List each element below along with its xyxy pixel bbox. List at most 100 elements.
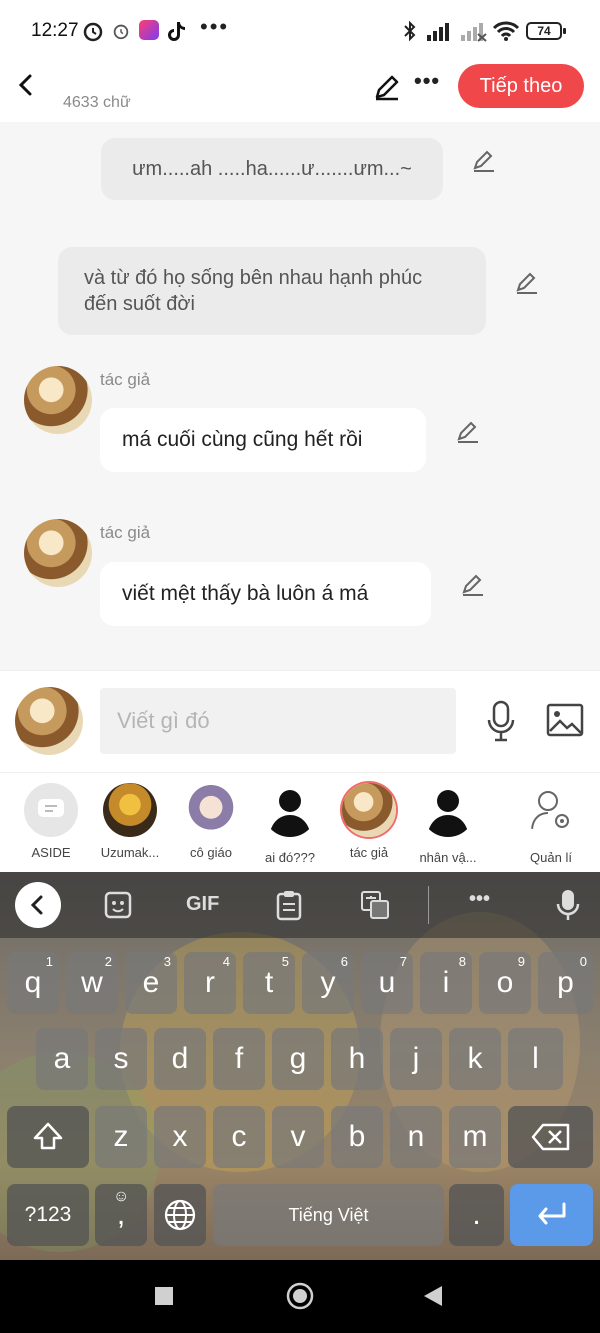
more-tools-icon[interactable]: ••• [469, 888, 490, 911]
key-r[interactable]: 4r [184, 952, 236, 1014]
globe-icon [164, 1199, 196, 1231]
key-u[interactable]: 7u [361, 952, 413, 1014]
narration-bubble[interactable]: và từ đó họ sống bên nhau hạnh phúc đến … [58, 247, 486, 335]
author-avatar[interactable] [24, 519, 92, 587]
key-z[interactable]: z [95, 1106, 147, 1168]
key-g[interactable]: g [272, 1028, 324, 1090]
alarm-clock-icon [113, 24, 129, 40]
chevron-left-icon [30, 895, 43, 915]
alarm-icon [83, 22, 103, 42]
speech-bubble[interactable]: má cuối cùng cũng hết rồi [100, 408, 426, 472]
avatar [342, 783, 396, 837]
speaker-name: tác giả [100, 523, 151, 542]
edit-pen-icon[interactable] [372, 72, 402, 102]
character-name: Quản lí [530, 850, 572, 865]
language-key[interactable] [154, 1184, 206, 1246]
key-m[interactable]: m [449, 1106, 501, 1168]
microphone-icon[interactable] [485, 699, 517, 743]
character-name: cô giáo [190, 845, 232, 860]
key-o[interactable]: 9o [479, 952, 531, 1014]
key-f[interactable]: f [213, 1028, 265, 1090]
enter-key[interactable] [510, 1184, 593, 1246]
current-speaker-avatar[interactable] [15, 687, 83, 755]
status-bar: 12:27 ••• 74 [0, 0, 600, 62]
key-e[interactable]: 3e [125, 952, 177, 1014]
key-i[interactable]: 8i [420, 952, 472, 1014]
system-navigation-bar [0, 1260, 600, 1333]
author-avatar[interactable] [24, 366, 92, 434]
character-ai-do[interactable]: ai đó??? [253, 783, 327, 865]
key-s[interactable]: s [95, 1028, 147, 1090]
key-b[interactable]: b [331, 1106, 383, 1168]
app-notification-icon [139, 20, 159, 40]
key-p[interactable]: 0p [538, 952, 593, 1014]
speaker-name: tác giả [100, 370, 151, 389]
key-c[interactable]: c [213, 1106, 265, 1168]
silhouette-icon [269, 790, 311, 837]
key-w[interactable]: 2w [66, 952, 118, 1014]
next-button[interactable]: Tiếp theo [458, 64, 584, 108]
image-icon[interactable] [546, 703, 584, 737]
character-name: tác giả [349, 845, 389, 860]
edit-message-icon[interactable] [455, 419, 481, 445]
key-q[interactable]: 1q [7, 952, 59, 1014]
key-t[interactable]: 5t [243, 952, 295, 1014]
backspace-key[interactable] [508, 1106, 593, 1168]
character-selector: ASIDE Uzumak... cô giáo ai đó??? tác giả… [0, 772, 600, 872]
clipboard-icon[interactable] [276, 889, 302, 921]
status-time: 12:27 [31, 20, 79, 41]
character-nhan-vat[interactable]: nhân vậ... [411, 783, 485, 865]
manage-users-icon [531, 791, 569, 830]
key-a[interactable]: a [36, 1028, 88, 1090]
home-icon[interactable] [286, 1282, 314, 1310]
edit-message-icon[interactable] [471, 148, 497, 174]
back-nav-icon[interactable] [422, 1284, 444, 1308]
key-h[interactable]: h [331, 1028, 383, 1090]
character-co-giao[interactable]: cô giáo [174, 783, 248, 860]
battery-indicator: 74 [526, 22, 566, 40]
key-y[interactable]: 6y [302, 952, 354, 1014]
emoji-icon: ☺ [113, 1188, 130, 1205]
silhouette-icon [427, 790, 469, 837]
edit-message-icon[interactable] [460, 572, 486, 598]
translate-icon[interactable] [360, 890, 390, 920]
signal-2-icon [461, 23, 487, 42]
period-key[interactable]: . [449, 1184, 504, 1246]
compose-bar: Viết gì đó [0, 670, 600, 772]
more-options-icon[interactable]: ••• [414, 68, 440, 94]
key-n[interactable]: n [390, 1106, 442, 1168]
chat-area: ưm.....ah .....ha......ư.......ưm...~ và… [0, 122, 600, 670]
collapse-toolbar-button[interactable] [15, 882, 61, 928]
keyboard-toolbar: GIF ••• [0, 872, 600, 938]
wifi-icon [492, 21, 520, 41]
key-l[interactable]: l [508, 1028, 563, 1090]
sticker-icon[interactable] [104, 891, 132, 919]
key-x[interactable]: x [154, 1106, 206, 1168]
speech-bubble[interactable]: viết mệt thấy bà luôn á má [100, 562, 431, 626]
soft-keyboard: GIF ••• 1q 2w 3e 4r 5t 6y 7u 8i 9o 0p a … [0, 872, 600, 1260]
character-aside[interactable]: ASIDE [14, 783, 88, 860]
key-d[interactable]: d [154, 1028, 206, 1090]
symbols-key[interactable]: ?123 [7, 1184, 89, 1246]
space-key[interactable]: Tiếng Việt [213, 1184, 444, 1246]
message-input[interactable]: Viết gì đó [100, 688, 456, 754]
character-tac-gia[interactable]: tác giả [332, 783, 406, 860]
narration-bubble[interactable]: ưm.....ah .....ha......ư.......ưm...~ [101, 138, 443, 200]
avatar [103, 783, 157, 837]
back-arrow-icon[interactable] [14, 70, 38, 100]
character-manager[interactable]: Quản lí [514, 783, 588, 865]
character-name: Uzumak... [100, 845, 160, 860]
chat-bubble-icon [24, 783, 78, 837]
voice-input-icon[interactable] [556, 888, 580, 922]
key-v[interactable]: v [272, 1106, 324, 1168]
edit-message-icon[interactable] [514, 270, 540, 296]
shift-key[interactable] [7, 1106, 89, 1168]
character-uzumaki[interactable]: Uzumak... [93, 783, 167, 860]
shift-icon [33, 1122, 63, 1150]
key-k[interactable]: k [449, 1028, 501, 1090]
recent-apps-icon[interactable] [154, 1286, 174, 1306]
avatar [184, 783, 238, 837]
key-j[interactable]: j [390, 1028, 442, 1090]
gif-button[interactable]: GIF [186, 893, 219, 916]
comma-key[interactable]: ☺ , [95, 1184, 147, 1246]
